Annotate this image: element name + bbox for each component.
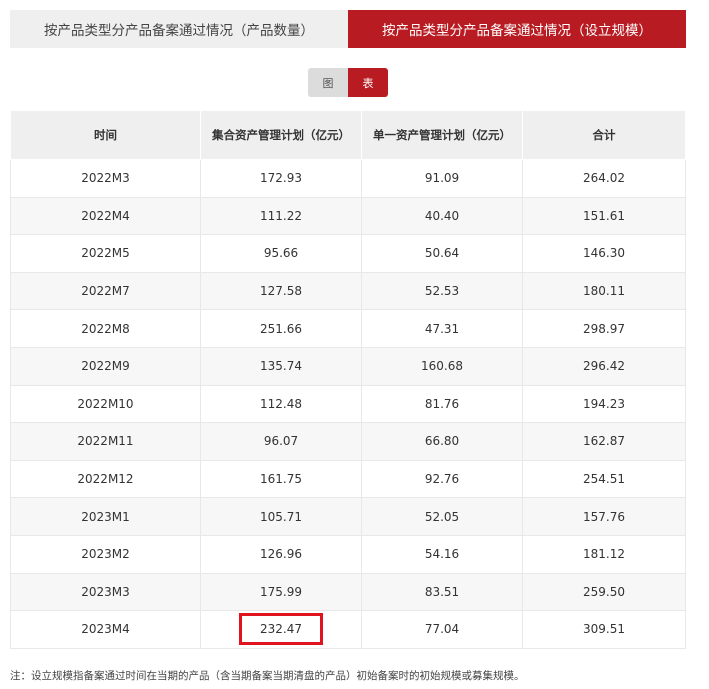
cell-single: 81.76 xyxy=(361,384,523,424)
cell-single: 92.76 xyxy=(361,459,523,499)
cell-collective: 172.93 xyxy=(200,159,362,198)
cell-collective: 161.75 xyxy=(200,459,362,499)
cell-total: 296.42 xyxy=(522,346,686,386)
tab-setup-scale[interactable]: 按产品类型分产品备案通过情况（设立规模） xyxy=(348,10,686,48)
table-row: 2022M7 127.58 52.53 180.11 xyxy=(10,271,686,311)
table-row: 2022M4 111.22 40.40 151.61 xyxy=(10,196,686,236)
cell-total: 181.12 xyxy=(522,534,686,574)
highlight-box: 232.47 xyxy=(239,613,323,646)
data-table: 时间 集合资产管理计划（亿元） 单一资产管理计划（亿元） 合计 2022M3 1… xyxy=(10,110,686,649)
cell-collective: 95.66 xyxy=(200,234,362,273)
cell-collective: 251.66 xyxy=(200,309,362,348)
cell-collective: 127.58 xyxy=(200,271,362,311)
cell-single: 52.05 xyxy=(361,497,523,536)
cell-single: 66.80 xyxy=(361,422,523,461)
header-single-plan: 单一资产管理计划（亿元） xyxy=(361,110,523,160)
cell-total: 259.50 xyxy=(522,572,686,612)
table-row: 2023M2 126.96 54.16 181.12 xyxy=(10,534,686,574)
cell-collective: 96.07 xyxy=(200,422,362,461)
cell-single: 52.53 xyxy=(361,271,523,311)
header-total: 合计 xyxy=(522,110,686,160)
cell-single: 160.68 xyxy=(361,346,523,386)
cell-total: 194.23 xyxy=(522,384,686,424)
cell-time: 2022M4 xyxy=(10,196,201,236)
cell-total: 309.51 xyxy=(522,610,686,649)
cell-total: 180.11 xyxy=(522,271,686,311)
table-row: 2023M3 175.99 83.51 259.50 xyxy=(10,572,686,612)
table-row: 2023M1 105.71 52.05 157.76 xyxy=(10,497,686,536)
cell-time: 2022M10 xyxy=(10,384,201,424)
table-row: 2022M10 112.48 81.76 194.23 xyxy=(10,384,686,424)
table-row: 2022M9 135.74 160.68 296.42 xyxy=(10,346,686,386)
cell-time: 2022M8 xyxy=(10,309,201,348)
tab-product-count[interactable]: 按产品类型分产品备案通过情况（产品数量） xyxy=(10,10,348,48)
table-row: 2022M3 172.93 91.09 264.02 xyxy=(10,159,686,198)
cell-time: 2023M4 xyxy=(10,610,201,649)
table-row: 2022M11 96.07 66.80 162.87 xyxy=(10,422,686,461)
cell-single: 50.64 xyxy=(361,234,523,273)
cell-single: 47.31 xyxy=(361,309,523,348)
header-time: 时间 xyxy=(10,110,201,160)
cell-total: 162.87 xyxy=(522,422,686,461)
cell-collective: 112.48 xyxy=(200,384,362,424)
cell-total: 157.76 xyxy=(522,497,686,536)
cell-single: 54.16 xyxy=(361,534,523,574)
chart-view-button[interactable]: 图 xyxy=(308,68,348,97)
cell-collective: 135.74 xyxy=(200,346,362,386)
cell-single: 83.51 xyxy=(361,572,523,612)
cell-time: 2023M1 xyxy=(10,497,201,536)
table-row: 2022M5 95.66 50.64 146.30 xyxy=(10,234,686,273)
cell-time: 2022M7 xyxy=(10,271,201,311)
table-row: 2023M4 232.47 77.04 309.51 xyxy=(10,610,686,649)
cell-total: 254.51 xyxy=(522,459,686,499)
cell-time: 2023M3 xyxy=(10,572,201,612)
cell-collective: 105.71 xyxy=(200,497,362,536)
cell-collective: 175.99 xyxy=(200,572,362,612)
cell-time: 2022M5 xyxy=(10,234,201,273)
footnote: 注：设立规模指备案通过时间在当期的产品（含当期备案当期清盘的产品）初始备案时的初… xyxy=(10,670,525,682)
cell-single: 40.40 xyxy=(361,196,523,236)
cell-single: 91.09 xyxy=(361,159,523,198)
view-toggle: 图 表 xyxy=(308,68,388,97)
cell-time: 2022M3 xyxy=(10,159,201,198)
cell-time: 2022M12 xyxy=(10,459,201,499)
header-collective-plan: 集合资产管理计划（亿元） xyxy=(200,110,362,160)
table-header-row: 时间 集合资产管理计划（亿元） 单一资产管理计划（亿元） 合计 xyxy=(10,110,686,160)
cell-single: 77.04 xyxy=(361,610,523,649)
cell-collective: 111.22 xyxy=(200,196,362,236)
table-row: 2022M12 161.75 92.76 254.51 xyxy=(10,459,686,499)
cell-total: 151.61 xyxy=(522,196,686,236)
cell-time: 2022M11 xyxy=(10,422,201,461)
tab-bar: 按产品类型分产品备案通过情况（产品数量） 按产品类型分产品备案通过情况（设立规模… xyxy=(10,10,686,48)
cell-time: 2022M9 xyxy=(10,346,201,386)
cell-collective: 126.96 xyxy=(200,534,362,574)
cell-total: 146.30 xyxy=(522,234,686,273)
cell-time: 2023M2 xyxy=(10,534,201,574)
cell-total: 264.02 xyxy=(522,159,686,198)
cell-collective-highlighted: 232.47 xyxy=(200,610,362,649)
table-row: 2022M8 251.66 47.31 298.97 xyxy=(10,309,686,348)
table-view-button[interactable]: 表 xyxy=(348,68,388,97)
cell-total: 298.97 xyxy=(522,309,686,348)
